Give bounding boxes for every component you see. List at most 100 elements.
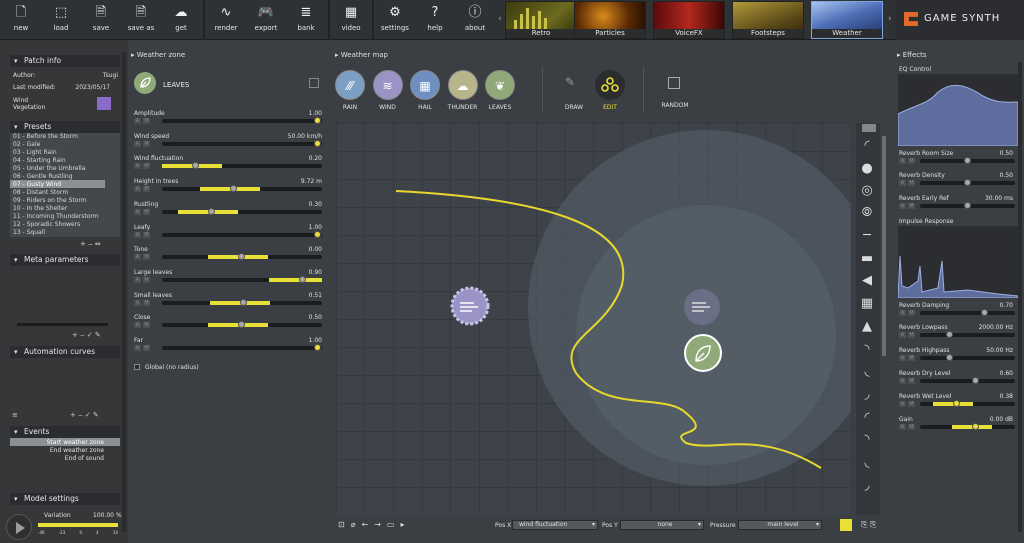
zone-button-rain[interactable]: ⁄⁄⁄: [335, 70, 365, 100]
param-knob[interactable]: [298, 275, 306, 283]
weather-map-canvas[interactable]: [336, 123, 851, 515]
presets-header[interactable]: Presets: [10, 121, 120, 133]
param-knob[interactable]: [314, 139, 321, 147]
automate-button[interactable]: A: [134, 140, 141, 147]
save-as-button[interactable]: 🗎 save as: [122, 2, 160, 38]
modulate-button[interactable]: M: [908, 355, 915, 361]
param-slider[interactable]: [162, 232, 322, 237]
automate-button[interactable]: A: [134, 186, 141, 193]
zone-button-wind[interactable]: ≋: [372, 70, 403, 100]
effect-knob[interactable]: [963, 179, 971, 186]
map-transport-icons[interactable]: ⊡⌀←→▭▸: [338, 520, 411, 529]
preset-item[interactable]: 05 - Under the Umbrella: [13, 165, 86, 172]
pressure-select[interactable]: main level ▾: [738, 520, 822, 530]
circle-icon[interactable]: ●: [858, 161, 876, 177]
bank-button[interactable]: ≣ bank: [287, 2, 325, 38]
effect-slider[interactable]: [920, 333, 1015, 337]
posx-select[interactable]: wind fluctuation ▾: [512, 520, 598, 530]
automate-button[interactable]: A: [899, 378, 906, 384]
param-slider[interactable]: [162, 346, 322, 350]
effect-slider[interactable]: [920, 311, 1015, 315]
automate-button[interactable]: A: [899, 158, 906, 164]
curve-icon-5[interactable]: ◝: [858, 432, 876, 448]
effect-knob[interactable]: [963, 202, 971, 209]
modulate-button[interactable]: M: [908, 378, 915, 384]
modulate-button[interactable]: M: [143, 163, 150, 170]
palette-scrollbar[interactable]: [882, 136, 886, 356]
model-voicefx[interactable]: VoiceFX: [653, 1, 725, 39]
model-footsteps[interactable]: Footsteps: [732, 1, 804, 39]
curve-icon-2[interactable]: ◟: [858, 364, 876, 380]
curve-icon-4[interactable]: ◜: [858, 410, 876, 426]
grid-shape-icon[interactable]: ▦: [858, 296, 876, 312]
preset-item[interactable]: 07 - Gusty Wind: [13, 181, 61, 188]
modulate-button[interactable]: M: [908, 310, 915, 316]
automate-button[interactable]: A: [134, 231, 141, 238]
automate-button[interactable]: A: [134, 163, 141, 170]
posy-select[interactable]: none ▾: [620, 520, 704, 530]
sidebar-scrollbar[interactable]: [122, 52, 126, 532]
automate-button[interactable]: A: [899, 401, 906, 407]
model-weather[interactable]: Weather: [811, 1, 883, 39]
param-knob[interactable]: [314, 344, 321, 351]
modulate-button[interactable]: M: [908, 180, 915, 186]
effect-slider[interactable]: [920, 379, 1015, 383]
zone-button-hail[interactable]: ▦: [410, 70, 440, 100]
model-particles[interactable]: Particles: [574, 1, 646, 39]
events-header[interactable]: Events: [10, 426, 120, 438]
param-knob[interactable]: [207, 207, 215, 215]
automation-curves-header[interactable]: Automation curves: [10, 346, 120, 358]
event-end-weather-zone[interactable]: End weather zone: [10, 447, 104, 454]
pencil-icon[interactable]: ✎: [565, 75, 575, 89]
effect-knob[interactable]: [980, 309, 988, 316]
meta-tools[interactable]: + ‒ ✓ ✎: [72, 331, 101, 339]
video-button[interactable]: ▦ video: [332, 2, 370, 38]
automate-button[interactable]: A: [134, 322, 141, 329]
automate-button[interactable]: A: [134, 276, 141, 283]
color-swatch[interactable]: [840, 519, 852, 531]
spiral-icon[interactable]: ◎: [858, 183, 876, 199]
zone-button-thunder[interactable]: ☁: [447, 70, 478, 100]
random-dice-icon[interactable]: [668, 77, 680, 89]
get-button[interactable]: ☁ get: [162, 2, 200, 38]
preset-item[interactable]: 12 - Sporadic Showers: [13, 221, 80, 228]
curve-icon-3[interactable]: ◞: [858, 387, 876, 403]
param-knob[interactable]: [314, 230, 321, 238]
expand-icon[interactable]: [309, 78, 319, 88]
param-slider[interactable]: [162, 119, 322, 123]
modulate-button[interactable]: M: [908, 158, 915, 164]
preset-item[interactable]: 13 - Squall: [13, 229, 45, 236]
triangle-up-icon[interactable]: ▲: [858, 319, 876, 335]
load-button[interactable]: ⬚ load: [42, 2, 80, 38]
automate-button[interactable]: A: [899, 203, 906, 209]
scroll-right-icon[interactable]: ›: [888, 14, 892, 24]
curve-icon-7[interactable]: ◞: [858, 478, 876, 494]
render-button[interactable]: ∿ render: [207, 2, 245, 38]
effect-knob[interactable]: [953, 400, 961, 407]
modulate-button[interactable]: M: [143, 140, 150, 147]
automate-button[interactable]: A: [134, 208, 141, 215]
modulate-button[interactable]: M: [143, 345, 150, 351]
square-icon[interactable]: ▬: [858, 251, 876, 267]
settings-button[interactable]: ⚙ settings: [376, 2, 414, 38]
param-knob[interactable]: [239, 298, 247, 306]
modulate-button[interactable]: M: [908, 203, 915, 209]
global-checkbox[interactable]: [134, 364, 140, 370]
curve-icon-6[interactable]: ◟: [858, 455, 876, 471]
edit-button[interactable]: [595, 70, 625, 100]
automate-button[interactable]: A: [899, 355, 906, 361]
save-button[interactable]: 🗎 save: [82, 2, 120, 38]
modulate-button[interactable]: M: [143, 118, 150, 124]
automate-button[interactable]: A: [134, 299, 141, 306]
automation-tools[interactable]: + ‒ ✓ ✎: [70, 411, 99, 419]
model-retro[interactable]: Retro: [505, 1, 577, 39]
effects-scrollbar[interactable]: [1018, 62, 1022, 532]
line-icon[interactable]: ─: [858, 228, 876, 244]
preset-item[interactable]: 09 - Riders on the Storm: [13, 197, 87, 204]
preset-item[interactable]: 02 - Gale: [13, 141, 40, 148]
arc-icon[interactable]: ◜: [858, 138, 876, 154]
automate-button[interactable]: A: [134, 345, 141, 351]
event-end-of-sound[interactable]: End of sound: [10, 455, 104, 462]
modulate-button[interactable]: M: [143, 254, 150, 261]
preset-item[interactable]: 01 - Before the Storm: [13, 133, 78, 140]
